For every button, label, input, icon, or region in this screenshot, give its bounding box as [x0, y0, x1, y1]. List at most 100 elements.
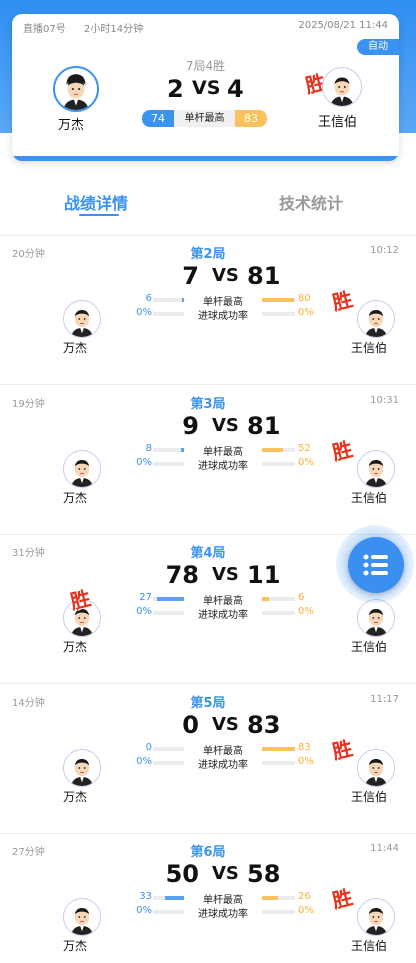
frame-card[interactable]: 14分钟 11:17 第5局 0 VS 83 0 单杆最高 83 0% 进球成功率 0% 万杰 王信伯胜: [0, 685, 416, 834]
frame-score-left: 78: [165, 561, 199, 589]
player-right-avatar[interactable]: [357, 599, 395, 637]
stat-value-left: 0%: [136, 606, 152, 617]
stat-bar-right: [262, 611, 295, 615]
player-right-avatar[interactable]: [357, 749, 395, 787]
frame-score-left: 7: [182, 262, 199, 290]
player-avatar-icon: [55, 68, 97, 110]
frame-score-left: 0: [182, 711, 199, 739]
stat-bar-fill-right: [262, 298, 294, 302]
player-left-avatar[interactable]: [63, 898, 101, 936]
stat-bar-fill-left: [180, 448, 184, 452]
player-left-avatar[interactable]: [63, 300, 101, 338]
high-break-compare: 74 单杆最高 83: [142, 110, 267, 127]
stat-bar-fill-left: [157, 597, 184, 601]
stat-value-right: 80: [298, 293, 311, 304]
player-avatar-icon: [358, 899, 394, 935]
tab-match-details[interactable]: 战绩详情: [64, 190, 128, 214]
stat-label: 进球成功率: [198, 461, 248, 472]
stat-bar-left: [153, 761, 184, 765]
vs-label: VS: [192, 77, 221, 99]
player-avatar-icon: [358, 600, 394, 636]
stat-pot-rate: 0% 进球成功率 0%: [128, 606, 318, 621]
stat-bar-left: [153, 896, 184, 900]
player-right-name: 王信伯: [351, 491, 388, 505]
vs-label: VS: [212, 265, 239, 286]
stat-bar-fill-left: [181, 298, 184, 302]
menu-fab-button[interactable]: [348, 537, 404, 593]
player-right-avatar[interactable]: [357, 450, 395, 488]
high-break-right: 83: [235, 110, 267, 127]
frame-card[interactable]: 19分钟 10:31 第3局 9 VS 81 8 单杆最高 52 0% 进球成功率 0% 万杰 王信伯胜: [0, 386, 416, 535]
player-right-avatar[interactable]: [357, 300, 395, 338]
tab-tech-stats[interactable]: 技术统计: [279, 190, 343, 214]
stat-bar-left: [153, 312, 184, 316]
frame-score: 7 VS 81: [170, 262, 290, 292]
player-right-avatar[interactable]: [322, 67, 362, 107]
player-avatar-icon: [64, 750, 100, 786]
score-left: 2: [167, 75, 184, 103]
stat-value-right: 6: [298, 592, 305, 603]
player-avatar-icon: [323, 68, 361, 106]
room-label: 直播07号: [23, 24, 66, 35]
stat-value-left: 0%: [136, 457, 152, 468]
stat-value-left: 0%: [136, 756, 152, 767]
frame-title: 第5局: [190, 696, 226, 711]
stat-bar-right: [262, 312, 295, 316]
player-right-avatar[interactable]: [357, 898, 395, 936]
stat-bar-fill-right: [262, 448, 283, 452]
score-right: 4: [227, 75, 244, 103]
vs-label: VS: [212, 564, 239, 585]
player-avatar-icon: [64, 451, 100, 487]
vs-label: VS: [212, 863, 239, 884]
stat-bar-right: [262, 896, 295, 900]
player-avatar-icon: [358, 451, 394, 487]
stat-value-left: 0%: [136, 905, 152, 916]
stat-value-right: 0%: [298, 756, 314, 767]
stat-label: 单杆最高: [203, 297, 243, 308]
frame-score-right: 81: [247, 412, 281, 440]
stat-bar-left: [153, 597, 184, 601]
player-left-avatar[interactable]: [63, 749, 101, 787]
match-detail-page: 直播07号 2小时14分钟 2025/08/21 11:44 自动 万杰 7局4…: [0, 0, 416, 963]
stat-bar-left: [153, 448, 184, 452]
stat-value-right: 0%: [298, 307, 314, 318]
stat-value-left: 8: [145, 443, 152, 454]
winner-stamp: 胜: [329, 884, 355, 914]
stat-bar-right: [262, 761, 295, 765]
auto-badge[interactable]: 自动: [357, 39, 399, 55]
frame-title: 第6局: [190, 845, 226, 860]
stat-pot-rate: 0% 进球成功率 0%: [128, 457, 318, 472]
stat-label: 进球成功率: [198, 311, 248, 322]
match-duration: 2小时14分钟: [84, 24, 144, 35]
stat-bar-right: [262, 462, 295, 466]
frame-score: 78 VS 11: [166, 561, 290, 591]
stat-bar-fill-right: [262, 747, 295, 751]
frame-score-right: 81: [247, 262, 281, 290]
player-right-name: 王信伯: [351, 790, 388, 804]
player-avatar-icon: [358, 750, 394, 786]
player-right-name: 王信伯: [318, 115, 358, 130]
frame-score-right: 58: [247, 860, 281, 888]
frame-title: 第3局: [190, 397, 226, 412]
match-summary-card: 直播07号 2小时14分钟 2025/08/21 11:44 自动 万杰 7局4…: [12, 14, 399, 161]
frame-score: 0 VS 83: [170, 711, 290, 741]
winner-stamp: 胜: [329, 286, 355, 316]
stat-value-right: 0%: [298, 905, 314, 916]
frame-card[interactable]: 27分钟 11:44 第6局 50 VS 58 33 单杆最高 26 0% 进球成功率 0% 万杰 王信伯…: [0, 834, 416, 963]
winner-stamp: 胜: [329, 436, 355, 466]
player-left-name: 万杰: [63, 640, 88, 654]
stat-high-break: 8 单杆最高 52: [128, 443, 318, 458]
stat-high-break: 6 单杆最高 80: [128, 293, 318, 308]
stat-high-break: 27 单杆最高 6: [128, 592, 318, 607]
frame-card[interactable]: 20分钟 10:12 第2局 7 VS 81 6 单杆最高 80 0% 进球成功率 0% 万杰 王信伯胜: [0, 236, 416, 385]
stat-pot-rate: 0% 进球成功率 0%: [128, 905, 318, 920]
player-left-avatar[interactable]: [63, 450, 101, 488]
frame-score: 50 VS 58: [166, 860, 290, 890]
tab-active-indicator: [79, 214, 119, 216]
stat-value-right: 0%: [298, 457, 314, 468]
player-left-name: 万杰: [63, 491, 88, 505]
player-right-name: 王信伯: [351, 640, 388, 654]
stat-value-right: 83: [298, 742, 311, 753]
stat-bar-left: [153, 298, 184, 302]
frame-score-left: 9: [182, 412, 199, 440]
